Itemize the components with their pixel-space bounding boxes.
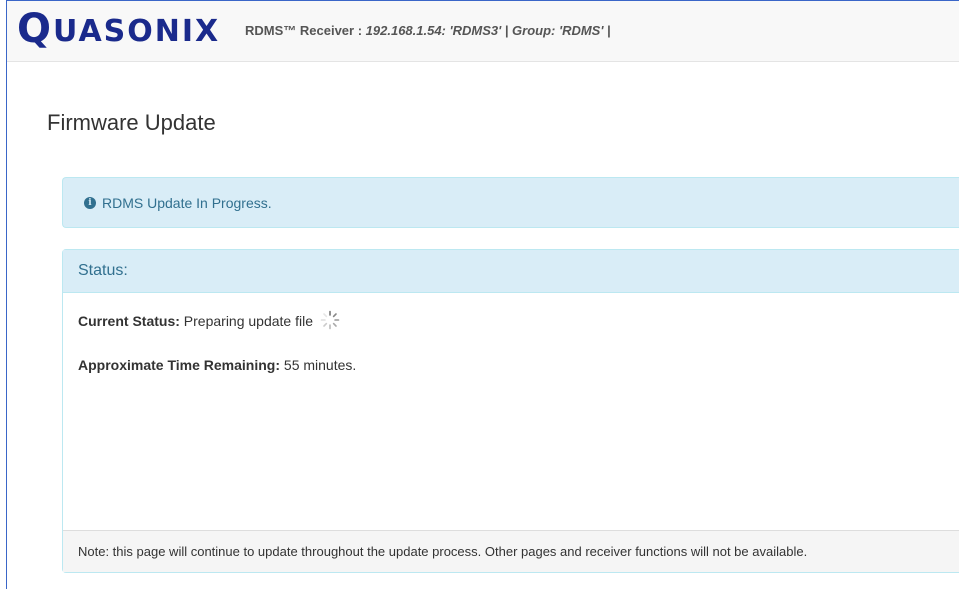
time-remaining-value: 55 minutes. [280, 357, 357, 373]
current-status-value: Preparing update file [179, 313, 313, 329]
status-panel-footer: Note: this page will continue to update … [63, 530, 959, 572]
current-status-label: Current Status: [78, 313, 180, 329]
loading-spinner-icon [320, 310, 340, 330]
logo-rest: uasonix [53, 14, 221, 49]
time-remaining-label: Approximate Time Remaining: [78, 357, 281, 373]
status-panel: Status: Current Status: Preparing update… [62, 249, 959, 573]
status-panel-heading: Status: [63, 250, 959, 293]
quasonix-logo[interactable]: Q uasonix [17, 9, 220, 49]
update-note: Note: this page will continue to update … [78, 544, 808, 559]
window-border-left [6, 0, 7, 589]
time-remaining: Approximate Time Remaining: 55 minutes. [78, 357, 356, 373]
page-title: Firmware Update [47, 110, 216, 135]
device-info: RDMS™ Receiver : 192.168.1.54: 'RDMS3' |… [245, 23, 611, 38]
logo-initial: Q [17, 6, 54, 52]
device-info-separator: | [607, 23, 611, 38]
update-in-progress-alert: i RDMS Update In Progress. [62, 177, 959, 228]
alert-message: RDMS Update In Progress. [102, 195, 272, 211]
status-panel-title: Status: [78, 262, 128, 279]
device-address-group: 192.168.1.54: 'RDMS3' | Group: 'RDMS' [365, 23, 608, 38]
info-circle-icon: i [84, 197, 96, 209]
current-status: Current Status: Preparing update file [78, 313, 313, 329]
device-label: RDMS™ Receiver : [245, 23, 366, 38]
top-navbar: Q uasonix RDMS™ Receiver : 192.168.1.54:… [7, 1, 959, 62]
